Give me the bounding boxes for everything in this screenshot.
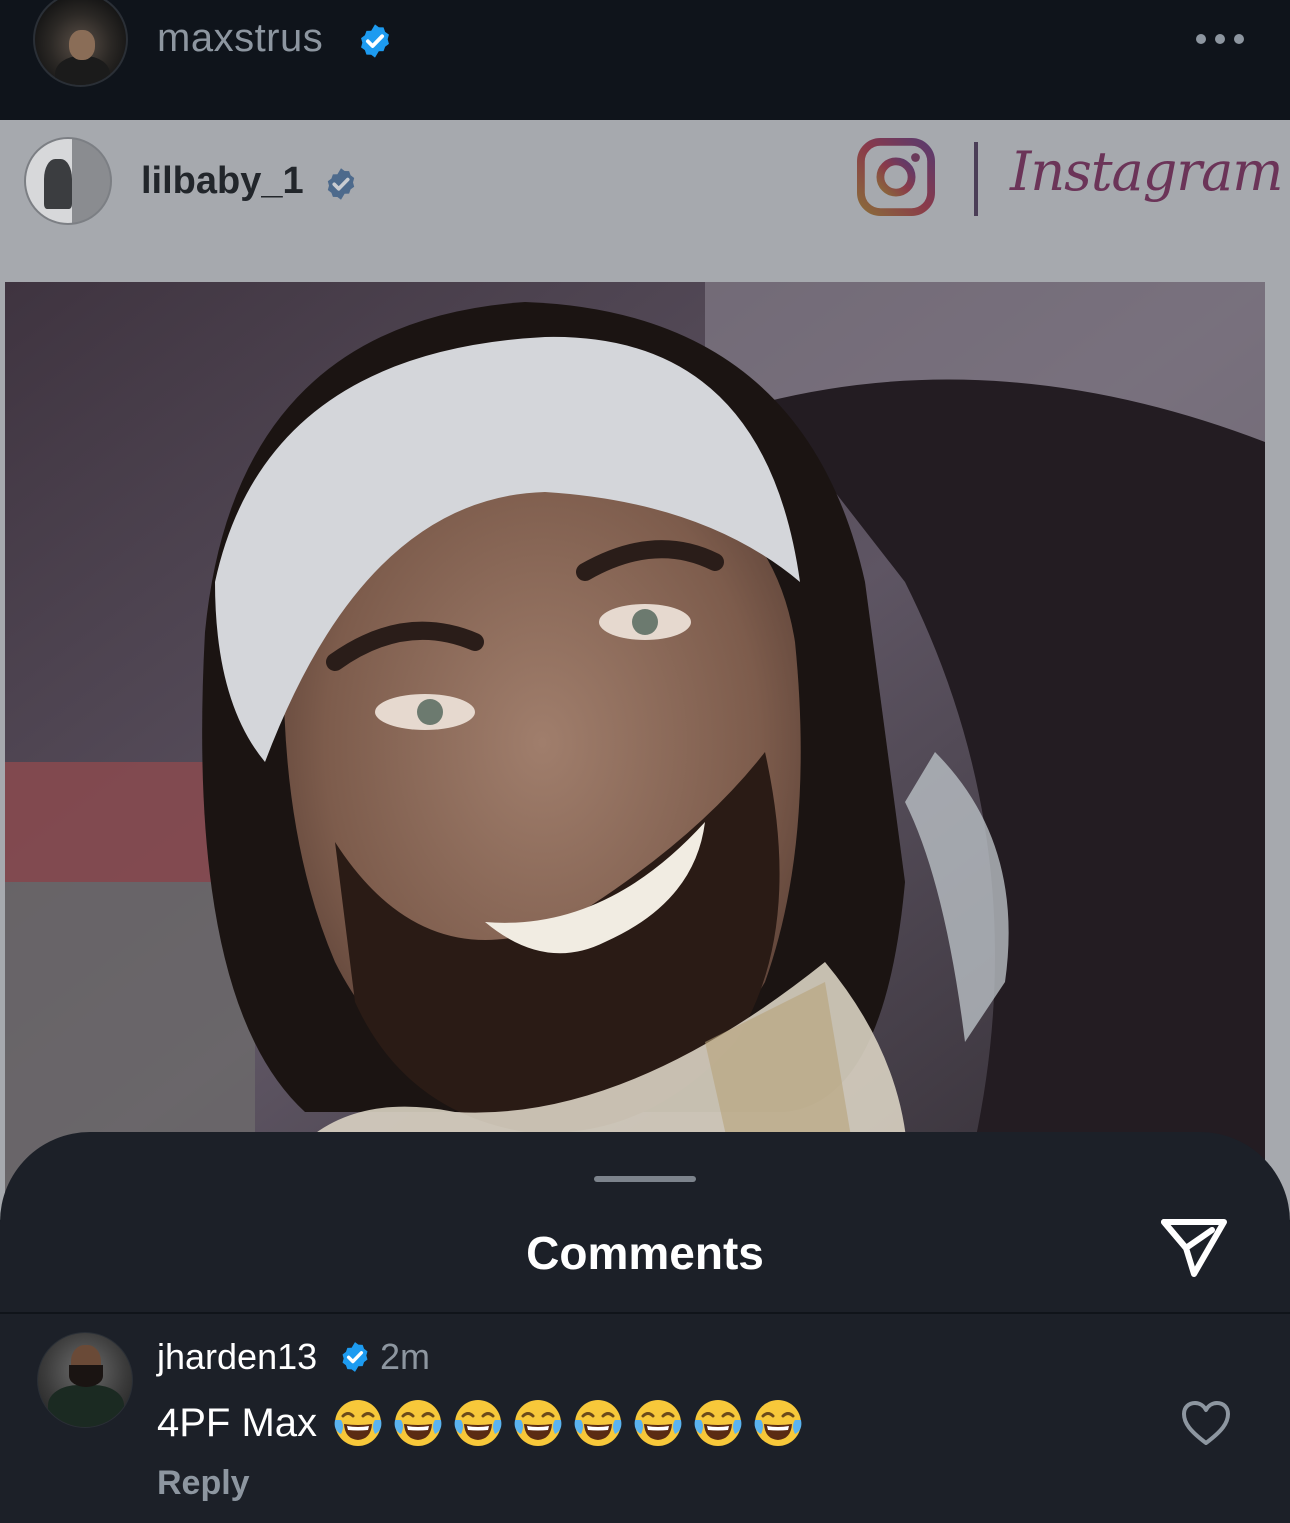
heart-outline-icon[interactable]: [1180, 1399, 1232, 1447]
face-with-tears-of-joy-emoji: [634, 1400, 682, 1446]
face-with-tears-of-joy-emoji: [454, 1400, 502, 1446]
comment-text: 4PF Max: [157, 1396, 805, 1450]
face-with-tears-of-joy-emoji: [394, 1400, 442, 1446]
comment-item: jharden13 2m 4PF Max Reply: [0, 1314, 1290, 1523]
logo-divider: [974, 142, 978, 216]
face-with-tears-of-joy-emoji: [574, 1400, 622, 1446]
verified-badge-icon: [361, 24, 389, 58]
send-icon[interactable]: [1158, 1216, 1230, 1278]
face-with-tears-of-joy-emoji: [334, 1400, 382, 1446]
face-with-tears-of-joy-emoji: [754, 1400, 802, 1446]
post-header: maxstrus: [0, 0, 1290, 120]
post-photo[interactable]: [5, 282, 1265, 1220]
verified-badge-icon: [342, 1342, 368, 1372]
comments-sheet: Comments jharden13 2m 4PF Max Reply: [0, 1132, 1290, 1523]
comment-body: 4PF Max: [157, 1400, 318, 1445]
commenter-avatar[interactable]: [37, 1332, 133, 1428]
instagram-wordmark: Instagram: [1010, 140, 1283, 203]
embedded-author-avatar: [24, 137, 112, 225]
face-with-tears-of-joy-emoji: [694, 1400, 742, 1446]
reply-button[interactable]: Reply: [157, 1464, 250, 1503]
sheet-drag-handle[interactable]: [594, 1176, 696, 1182]
author-username[interactable]: maxstrus: [157, 16, 323, 61]
commenter-username[interactable]: jharden13: [157, 1336, 317, 1378]
screen: maxstrus lilbaby_1 Instagram Comments jh…: [0, 0, 1290, 1523]
instagram-logo-icon: [857, 138, 935, 216]
embedded-author-username: lilbaby_1: [141, 160, 304, 202]
author-avatar[interactable]: [33, 0, 128, 87]
embedded-instagram-post: lilbaby_1 Instagram: [0, 120, 1290, 1220]
emoji-row: [331, 1396, 805, 1450]
sheet-title: Comments: [526, 1227, 764, 1279]
more-options-icon[interactable]: [1196, 30, 1252, 48]
comment-timestamp: 2m: [380, 1336, 431, 1377]
verified-badge-icon: [327, 168, 355, 200]
face-with-tears-of-joy-emoji: [514, 1400, 562, 1446]
